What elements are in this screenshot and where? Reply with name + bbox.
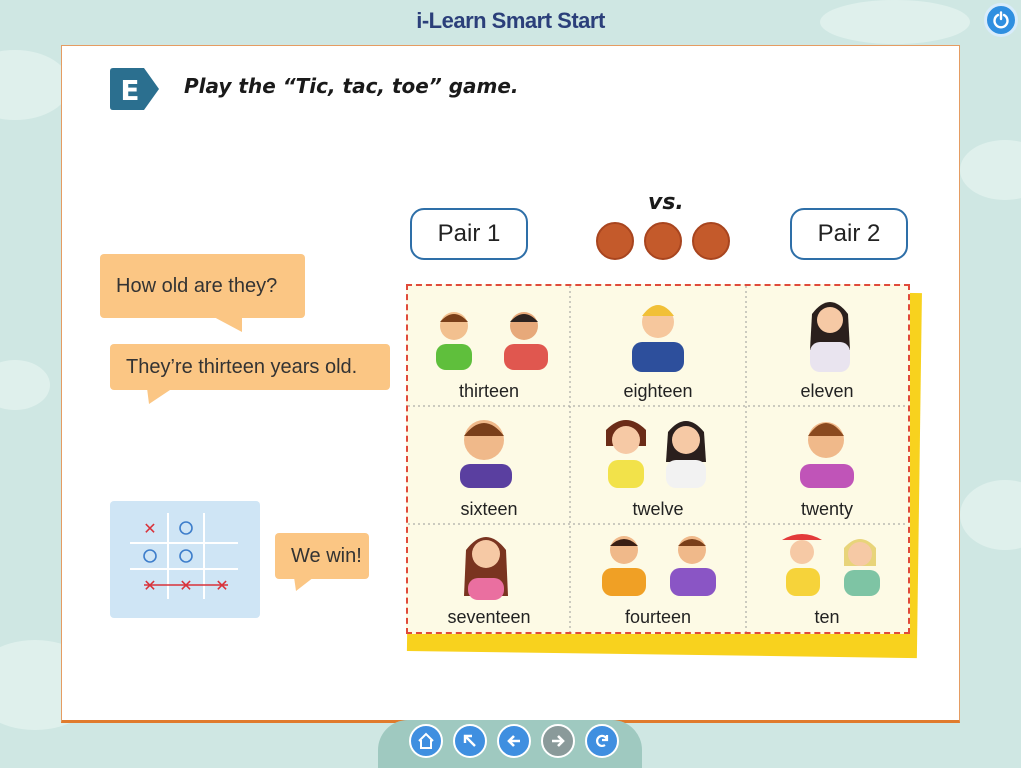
exercise-instruction: Play the “Tic, tac, toe” game. [184, 74, 519, 98]
answer-text: They’re thirteen years old. [126, 355, 358, 378]
cell-age-label: sixteen [460, 499, 518, 519]
exercise-page: E Play the “Tic, tac, toe” game. Pair 1 … [61, 45, 960, 723]
board-cell[interactable]: ten [746, 524, 908, 632]
exercise-badge: E [110, 68, 159, 110]
bubble-tail [147, 388, 173, 404]
tictactoe-board: thirteen eighteen eleven sixteen twelve … [406, 284, 910, 634]
cell-age-label: eighteen [623, 381, 693, 401]
two-girls-image [606, 420, 706, 488]
board-cell[interactable]: twelve [570, 406, 746, 524]
win-text: We win! [291, 544, 362, 567]
cell-age-label: seventeen [447, 607, 531, 627]
app-title: i-Learn Smart Start [416, 8, 605, 33]
mini-grid-lines: ✕ ✕ ✕ ✕ [130, 513, 238, 599]
cell-age-label: fourteen [624, 607, 692, 627]
forward-button[interactable] [541, 724, 575, 758]
cell-age-label: twelve [632, 499, 684, 519]
bg-cloud [0, 360, 50, 410]
reload-button[interactable] [585, 724, 619, 758]
question-bubble: How old are they? [100, 254, 305, 318]
bubble-tail [212, 316, 242, 332]
dark-hair-girl-image [810, 302, 850, 372]
board-cell[interactable]: thirteen [408, 286, 570, 406]
scissors-hand-icon [692, 222, 730, 260]
blond-boy-image [632, 305, 684, 372]
bubble-tail [294, 577, 314, 591]
svg-text:✕: ✕ [143, 519, 156, 538]
two-boys-image [436, 312, 548, 370]
forward-icon [552, 735, 565, 747]
vs-label: vs. [648, 190, 684, 215]
rock-hand-icon [644, 222, 682, 260]
bg-cloud [960, 480, 1021, 550]
cell-age-label: eleven [800, 381, 854, 401]
cell-age-label: thirteen [458, 381, 520, 401]
back-icon [507, 735, 520, 747]
board-cell[interactable]: sixteen [408, 406, 570, 524]
home-button[interactable] [409, 724, 443, 758]
home-icon [418, 732, 434, 749]
cell-age-label: twenty [800, 499, 854, 519]
collapse-button[interactable] [453, 724, 487, 758]
board-cell[interactable]: seventeen [408, 524, 570, 632]
cell-age-label: ten [814, 607, 840, 627]
answer-bubble: They’re thirteen years old. [110, 344, 390, 390]
reload-icon [596, 734, 609, 748]
brown-hair-boy-image [460, 420, 512, 488]
board-cell[interactable]: eighteen [570, 286, 746, 406]
paper-hand-icon [596, 222, 634, 260]
exercise-letter: E [120, 74, 139, 107]
pair1-label: Pair 1 [410, 208, 528, 260]
young-man-image [800, 422, 854, 488]
pair2-label: Pair 2 [790, 208, 908, 260]
power-icon [993, 11, 1009, 29]
power-button[interactable] [984, 3, 1018, 37]
long-hair-girl-image [464, 537, 508, 600]
two-boys-image [602, 536, 716, 596]
question-text: How old are they? [116, 274, 278, 297]
board-cell[interactable]: twenty [746, 406, 908, 524]
bg-cloud [0, 50, 70, 120]
bg-cloud [960, 140, 1021, 200]
back-button[interactable] [497, 724, 531, 758]
board-cell[interactable]: fourteen [570, 524, 746, 632]
collapse-icon [463, 734, 476, 747]
two-small-girls-image [782, 534, 880, 596]
mini-tictactoe-grid: ✕ ✕ ✕ ✕ [110, 501, 260, 618]
board-cell[interactable]: eleven [746, 286, 908, 406]
win-bubble: We win! [275, 533, 369, 579]
